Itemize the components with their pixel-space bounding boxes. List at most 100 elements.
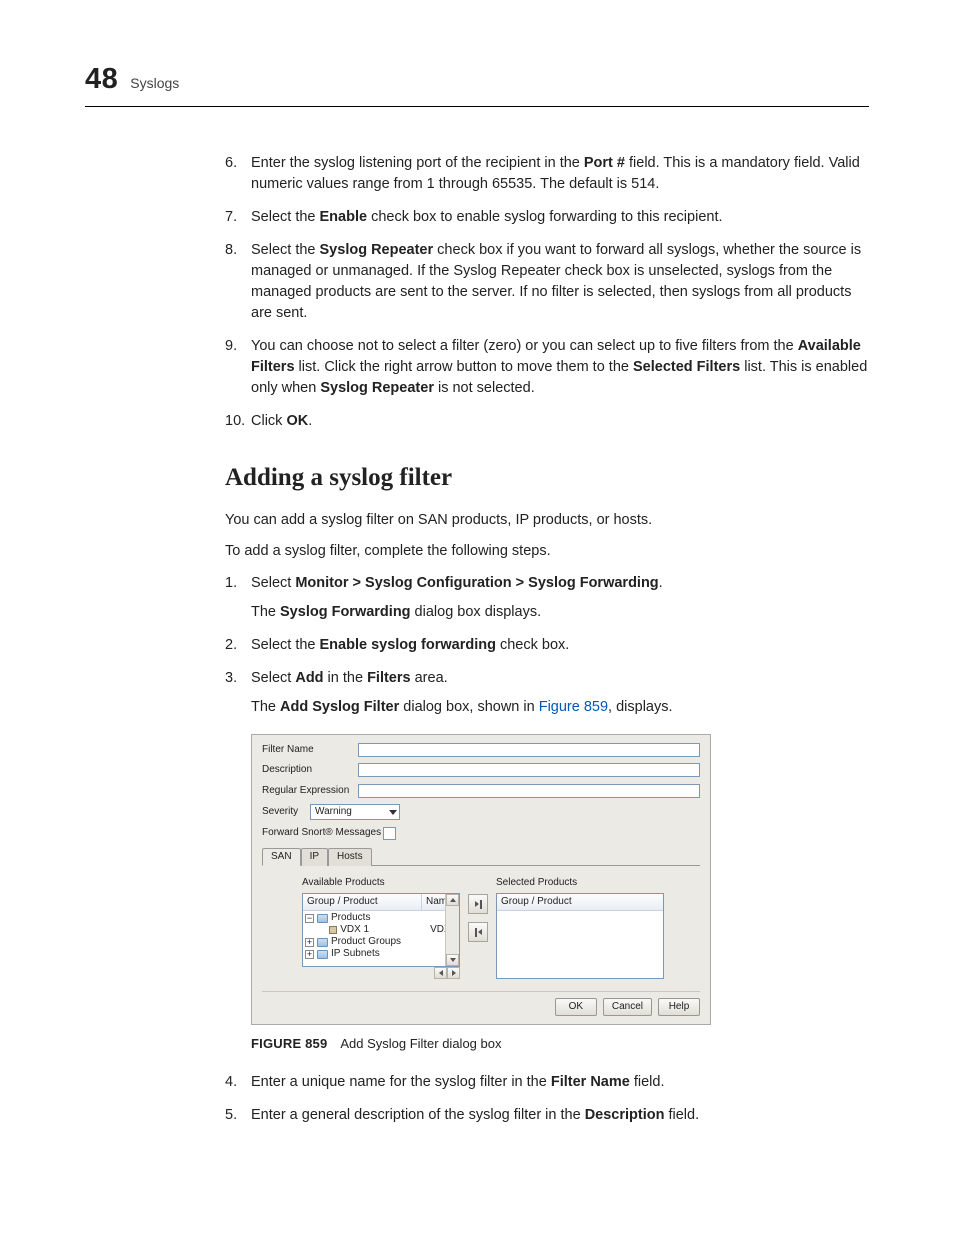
- input-description[interactable]: [358, 763, 700, 777]
- move-left-button[interactable]: [468, 922, 488, 942]
- select-severity-value: Warning: [315, 805, 352, 820]
- label-filter-name: Filter Name: [262, 743, 358, 758]
- step-number: 4.: [225, 1072, 251, 1093]
- steps-mid: 1.Select Monitor > Syslog Configuration …: [225, 573, 869, 718]
- step-number: 1.: [225, 573, 251, 623]
- intro-1: You can add a syslog filter on SAN produ…: [225, 510, 869, 531]
- step-body: Enter the syslog listening port of the r…: [251, 153, 869, 195]
- header-rule: [85, 106, 869, 107]
- label-severity: Severity: [262, 805, 310, 820]
- page: 48 Syslogs 6.Enter the syslog listening …: [0, 0, 954, 1235]
- input-regex[interactable]: [358, 784, 700, 798]
- input-filter-name[interactable]: [358, 743, 700, 757]
- tab-hosts[interactable]: Hosts: [328, 848, 372, 867]
- step-number: 2.: [225, 635, 251, 656]
- tab-san[interactable]: SAN: [262, 848, 301, 867]
- step: 1.Select Monitor > Syslog Configuration …: [225, 573, 869, 623]
- expand-icon[interactable]: +: [305, 950, 314, 959]
- step-body: Enter a general description of the syslo…: [251, 1105, 869, 1126]
- step: 2.Select the Enable syslog forwarding ch…: [225, 635, 869, 656]
- steps-top: 6.Enter the syslog listening port of the…: [225, 153, 869, 432]
- chevron-down-icon: [389, 810, 397, 815]
- chapter-title: Syslogs: [130, 73, 179, 93]
- step-number: 8.: [225, 240, 251, 324]
- checkbox-snort[interactable]: [383, 827, 396, 840]
- scroll-left-icon[interactable]: [434, 967, 447, 979]
- step-number: 9.: [225, 336, 251, 399]
- content: 6.Enter the syslog listening port of the…: [225, 153, 869, 1126]
- folder-icon: [317, 938, 328, 947]
- select-severity[interactable]: Warning: [310, 804, 400, 820]
- step-subpara: The Syslog Forwarding dialog box display…: [251, 602, 869, 623]
- add-syslog-filter-dialog: Filter Name Description Regular Expressi…: [251, 734, 711, 1026]
- step-number: 5.: [225, 1105, 251, 1126]
- bold-text: Add Syslog Filter: [280, 699, 399, 715]
- scrollbar-vertical[interactable]: [445, 894, 459, 966]
- figure-dialog: Filter Name Description Regular Expressi…: [251, 734, 869, 1026]
- step-number: 3.: [225, 668, 251, 718]
- tree-ip-subnets: IP Subnets: [331, 947, 380, 962]
- scrollbar-horizontal[interactable]: [302, 967, 460, 979]
- bold-text: Syslog Forwarding: [280, 604, 411, 620]
- figure-link[interactable]: Figure 859: [539, 699, 608, 715]
- scroll-down-icon[interactable]: [446, 954, 459, 966]
- step-subpara: The Add Syslog Filter dialog box, shown …: [251, 697, 869, 718]
- bold-text: Add: [295, 670, 323, 686]
- step: 4.Enter a unique name for the syslog fil…: [225, 1072, 869, 1093]
- section-heading: Adding a syslog filter: [225, 460, 869, 496]
- selected-products-title: Selected Products: [496, 876, 664, 891]
- collapse-icon[interactable]: −: [305, 914, 314, 923]
- step-number: 6.: [225, 153, 251, 195]
- move-right-button[interactable]: [468, 894, 488, 914]
- step-body: Select the Enable check box to enable sy…: [251, 207, 869, 228]
- running-head: 48 Syslogs: [85, 58, 869, 100]
- bold-text: Port #: [584, 155, 625, 171]
- step-body: Click OK.: [251, 411, 869, 432]
- step: 10.Click OK.: [225, 411, 869, 432]
- chapter-number: 48: [85, 58, 118, 100]
- step: 5.Enter a general description of the sys…: [225, 1105, 869, 1126]
- bold-text: Filter Name: [551, 1074, 630, 1090]
- bold-text: Description: [585, 1107, 665, 1123]
- scroll-up-icon[interactable]: [446, 894, 459, 906]
- selected-products-list[interactable]: Group / Product: [496, 893, 664, 979]
- bold-text: Syslog Repeater: [320, 242, 434, 258]
- figure-caption: FIGURE 859 Add Syslog Filter dialog box: [251, 1035, 869, 1054]
- bold-text: Selected Filters: [633, 359, 740, 375]
- label-regex: Regular Expression: [262, 784, 358, 799]
- step-body: You can choose not to select a filter (z…: [251, 336, 869, 399]
- step: 3.Select Add in the Filters area.The Add…: [225, 668, 869, 718]
- figure-caption-text: Add Syslog Filter dialog box: [340, 1036, 501, 1051]
- device-icon: [329, 926, 337, 934]
- step-body: Select the Syslog Repeater check box if …: [251, 240, 869, 324]
- expand-icon[interactable]: +: [305, 938, 314, 947]
- cancel-button[interactable]: Cancel: [603, 998, 652, 1017]
- step: 7.Select the Enable check box to enable …: [225, 207, 869, 228]
- step-body: Select the Enable syslog forwarding chec…: [251, 635, 869, 656]
- bold-text: Filters: [367, 670, 411, 686]
- available-products-list[interactable]: Group / Product Name − Products: [302, 893, 460, 967]
- bold-text: Enable: [320, 209, 368, 225]
- steps-bottom: 4.Enter a unique name for the syslog fil…: [225, 1072, 869, 1126]
- tabs: SAN IP Hosts: [262, 847, 700, 867]
- bold-text: Available Filters: [251, 338, 861, 375]
- ok-button[interactable]: OK: [555, 998, 597, 1017]
- step-body: Select Monitor > Syslog Configuration > …: [251, 573, 869, 623]
- step-body: Enter a unique name for the syslog filte…: [251, 1072, 869, 1093]
- intro-2: To add a syslog filter, complete the fol…: [225, 541, 869, 562]
- scroll-right-icon[interactable]: [447, 967, 460, 979]
- bold-text: Syslog Repeater: [320, 380, 434, 396]
- label-description: Description: [262, 763, 358, 778]
- bold-text: OK: [286, 413, 308, 429]
- help-button[interactable]: Help: [658, 998, 700, 1017]
- col-group-product: Group / Product: [303, 894, 422, 911]
- panels: Available Products Group / Product Name …: [262, 866, 700, 983]
- label-snort: Forward Snort® Messages: [262, 826, 381, 841]
- step: 6.Enter the syslog listening port of the…: [225, 153, 869, 195]
- step-number: 7.: [225, 207, 251, 228]
- step-body: Select Add in the Filters area.The Add S…: [251, 668, 869, 718]
- tab-ip[interactable]: IP: [301, 848, 328, 867]
- folder-icon: [317, 950, 328, 959]
- step-number: 10.: [225, 411, 251, 432]
- available-products-title: Available Products: [302, 876, 460, 891]
